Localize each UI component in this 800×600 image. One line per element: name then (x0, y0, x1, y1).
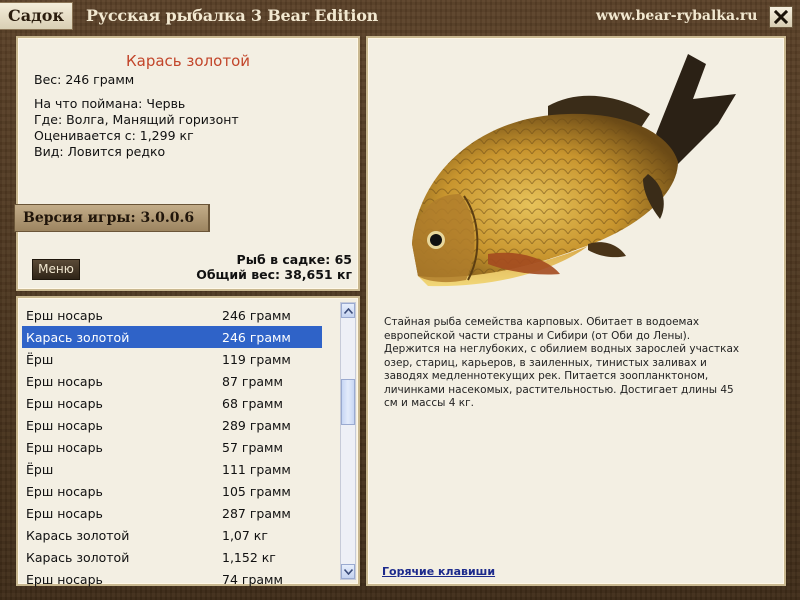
catch-list-row[interactable]: Ерш носарь 74 грамм (22, 568, 322, 590)
game-version: Версия игры: 3.0.0.6 (14, 204, 210, 232)
fish-weight: Вес: 246 грамм (34, 72, 135, 87)
catch-fish-name: Ерш носарь (26, 571, 103, 587)
fish-info-panel: Карась золотой Вес: 246 грамм На что пой… (14, 36, 360, 291)
catch-fish-name: Ерш носарь (26, 307, 103, 323)
catch-fish-weight: 119 грамм (222, 351, 291, 367)
catch-fish-name: Ерш носарь (26, 417, 103, 433)
arrow-down-icon (343, 568, 353, 575)
site-url: www.bear-rybalka.ru (596, 8, 758, 24)
catch-fish-weight: 111 грамм (222, 461, 291, 477)
catch-list-row[interactable]: Ёрш 111 грамм (22, 458, 322, 480)
catch-fish-name: Ёрш (26, 461, 54, 477)
catch-fish-weight: 289 грамм (222, 417, 291, 433)
catch-list-row[interactable]: Ерш носарь 57 грамм (22, 436, 322, 458)
catch-fish-weight: 87 грамм (222, 373, 283, 389)
total-weight: Общий вес: 38,651 кг (196, 267, 352, 282)
arrow-up-icon (343, 307, 353, 314)
catch-list-row[interactable]: Ерш носарь 68 грамм (22, 392, 322, 414)
catch-fish-weight: 287 грамм (222, 505, 291, 521)
catch-fish-weight: 246 грамм (222, 307, 291, 323)
catch-fish-weight: 105 грамм (222, 483, 291, 499)
catch-fish-name: Ерш носарь (26, 395, 103, 411)
app-title: Русская рыбалка 3 Bear Edition (86, 6, 379, 25)
menu-button[interactable]: Меню (32, 259, 80, 280)
close-button[interactable] (769, 6, 793, 28)
catch-list-panel: Ерш носарь 246 грамм Карась золотой 246 гра… (16, 296, 360, 587)
catch-fish-name: Ерш носарь (26, 373, 103, 389)
catch-list-row[interactable]: Ерш носарь 105 грамм (22, 480, 322, 502)
catch-fish-weight: 1,152 кг (222, 549, 276, 565)
catch-fish-name: Карась золотой (26, 549, 130, 565)
catch-list-row[interactable]: Ёрш 119 грамм (22, 348, 322, 370)
catch-fish-name: Ёрш (26, 351, 54, 367)
catch-list-row[interactable]: Карась золотой 1,07 кг (22, 524, 322, 546)
tab-sadok[interactable]: Садок (0, 2, 73, 30)
catch-list-row[interactable]: Карась золотой 246 грамм (22, 326, 322, 348)
title-bar: Садок Русская рыбалка 3 Bear Edition www… (0, 0, 800, 34)
catch-fish-weight: 57 грамм (222, 439, 283, 455)
catch-fish-name: Карась золотой (26, 527, 130, 543)
catch-fish-name: Ерш носарь (26, 439, 103, 455)
catch-fish-name: Ерш носарь (26, 483, 103, 499)
catch-list-row[interactable]: Ерш носарь 289 грамм (22, 414, 322, 436)
catch-fish-weight: 246 грамм (222, 329, 291, 345)
fish-valued-from: Оценивается с: 1,299 кг (34, 128, 194, 143)
catch-fish-weight: 74 грамм (222, 571, 283, 587)
fish-description: Стайная рыба семейства карповых. Обитает… (384, 316, 740, 409)
close-icon (774, 10, 788, 24)
catch-fish-name: Карась золотой (26, 329, 130, 345)
fish-bait: На что поймана: Червь (34, 96, 186, 111)
list-scrollbar[interactable] (340, 302, 356, 580)
crucian-carp-image (412, 54, 736, 287)
catch-list-row[interactable]: Ерш носарь 87 грамм (22, 370, 322, 392)
catch-list: Ерш носарь 246 грамм Карась золотой 246 гра… (22, 304, 322, 590)
fish-detail-panel: Стайная рыба семейства карповых. Обитает… (366, 36, 786, 586)
hotkeys-link[interactable]: Горячие клавиши (382, 565, 495, 578)
catch-list-row[interactable]: Карась золотой 1,152 кг (22, 546, 322, 568)
catch-fish-weight: 1,07 кг (222, 527, 268, 543)
fish-type: Вид: Ловится редко (34, 144, 166, 159)
fish-name-heading: Карась золотой (126, 52, 250, 70)
catch-fish-weight: 68 грамм (222, 395, 283, 411)
fish-location: Где: Волга, Манящий горизонт (34, 112, 239, 127)
catch-fish-name: Ерш носарь (26, 505, 103, 521)
catch-list-row[interactable]: Ерш носарь 287 грамм (22, 502, 322, 524)
fish-count: Рыб в садке: 65 (236, 252, 352, 267)
catch-list-row[interactable]: Ерш носарь 246 грамм (22, 304, 322, 326)
scroll-down-button[interactable] (341, 564, 355, 579)
scroll-up-button[interactable] (341, 303, 355, 318)
scroll-thumb[interactable] (341, 379, 355, 425)
